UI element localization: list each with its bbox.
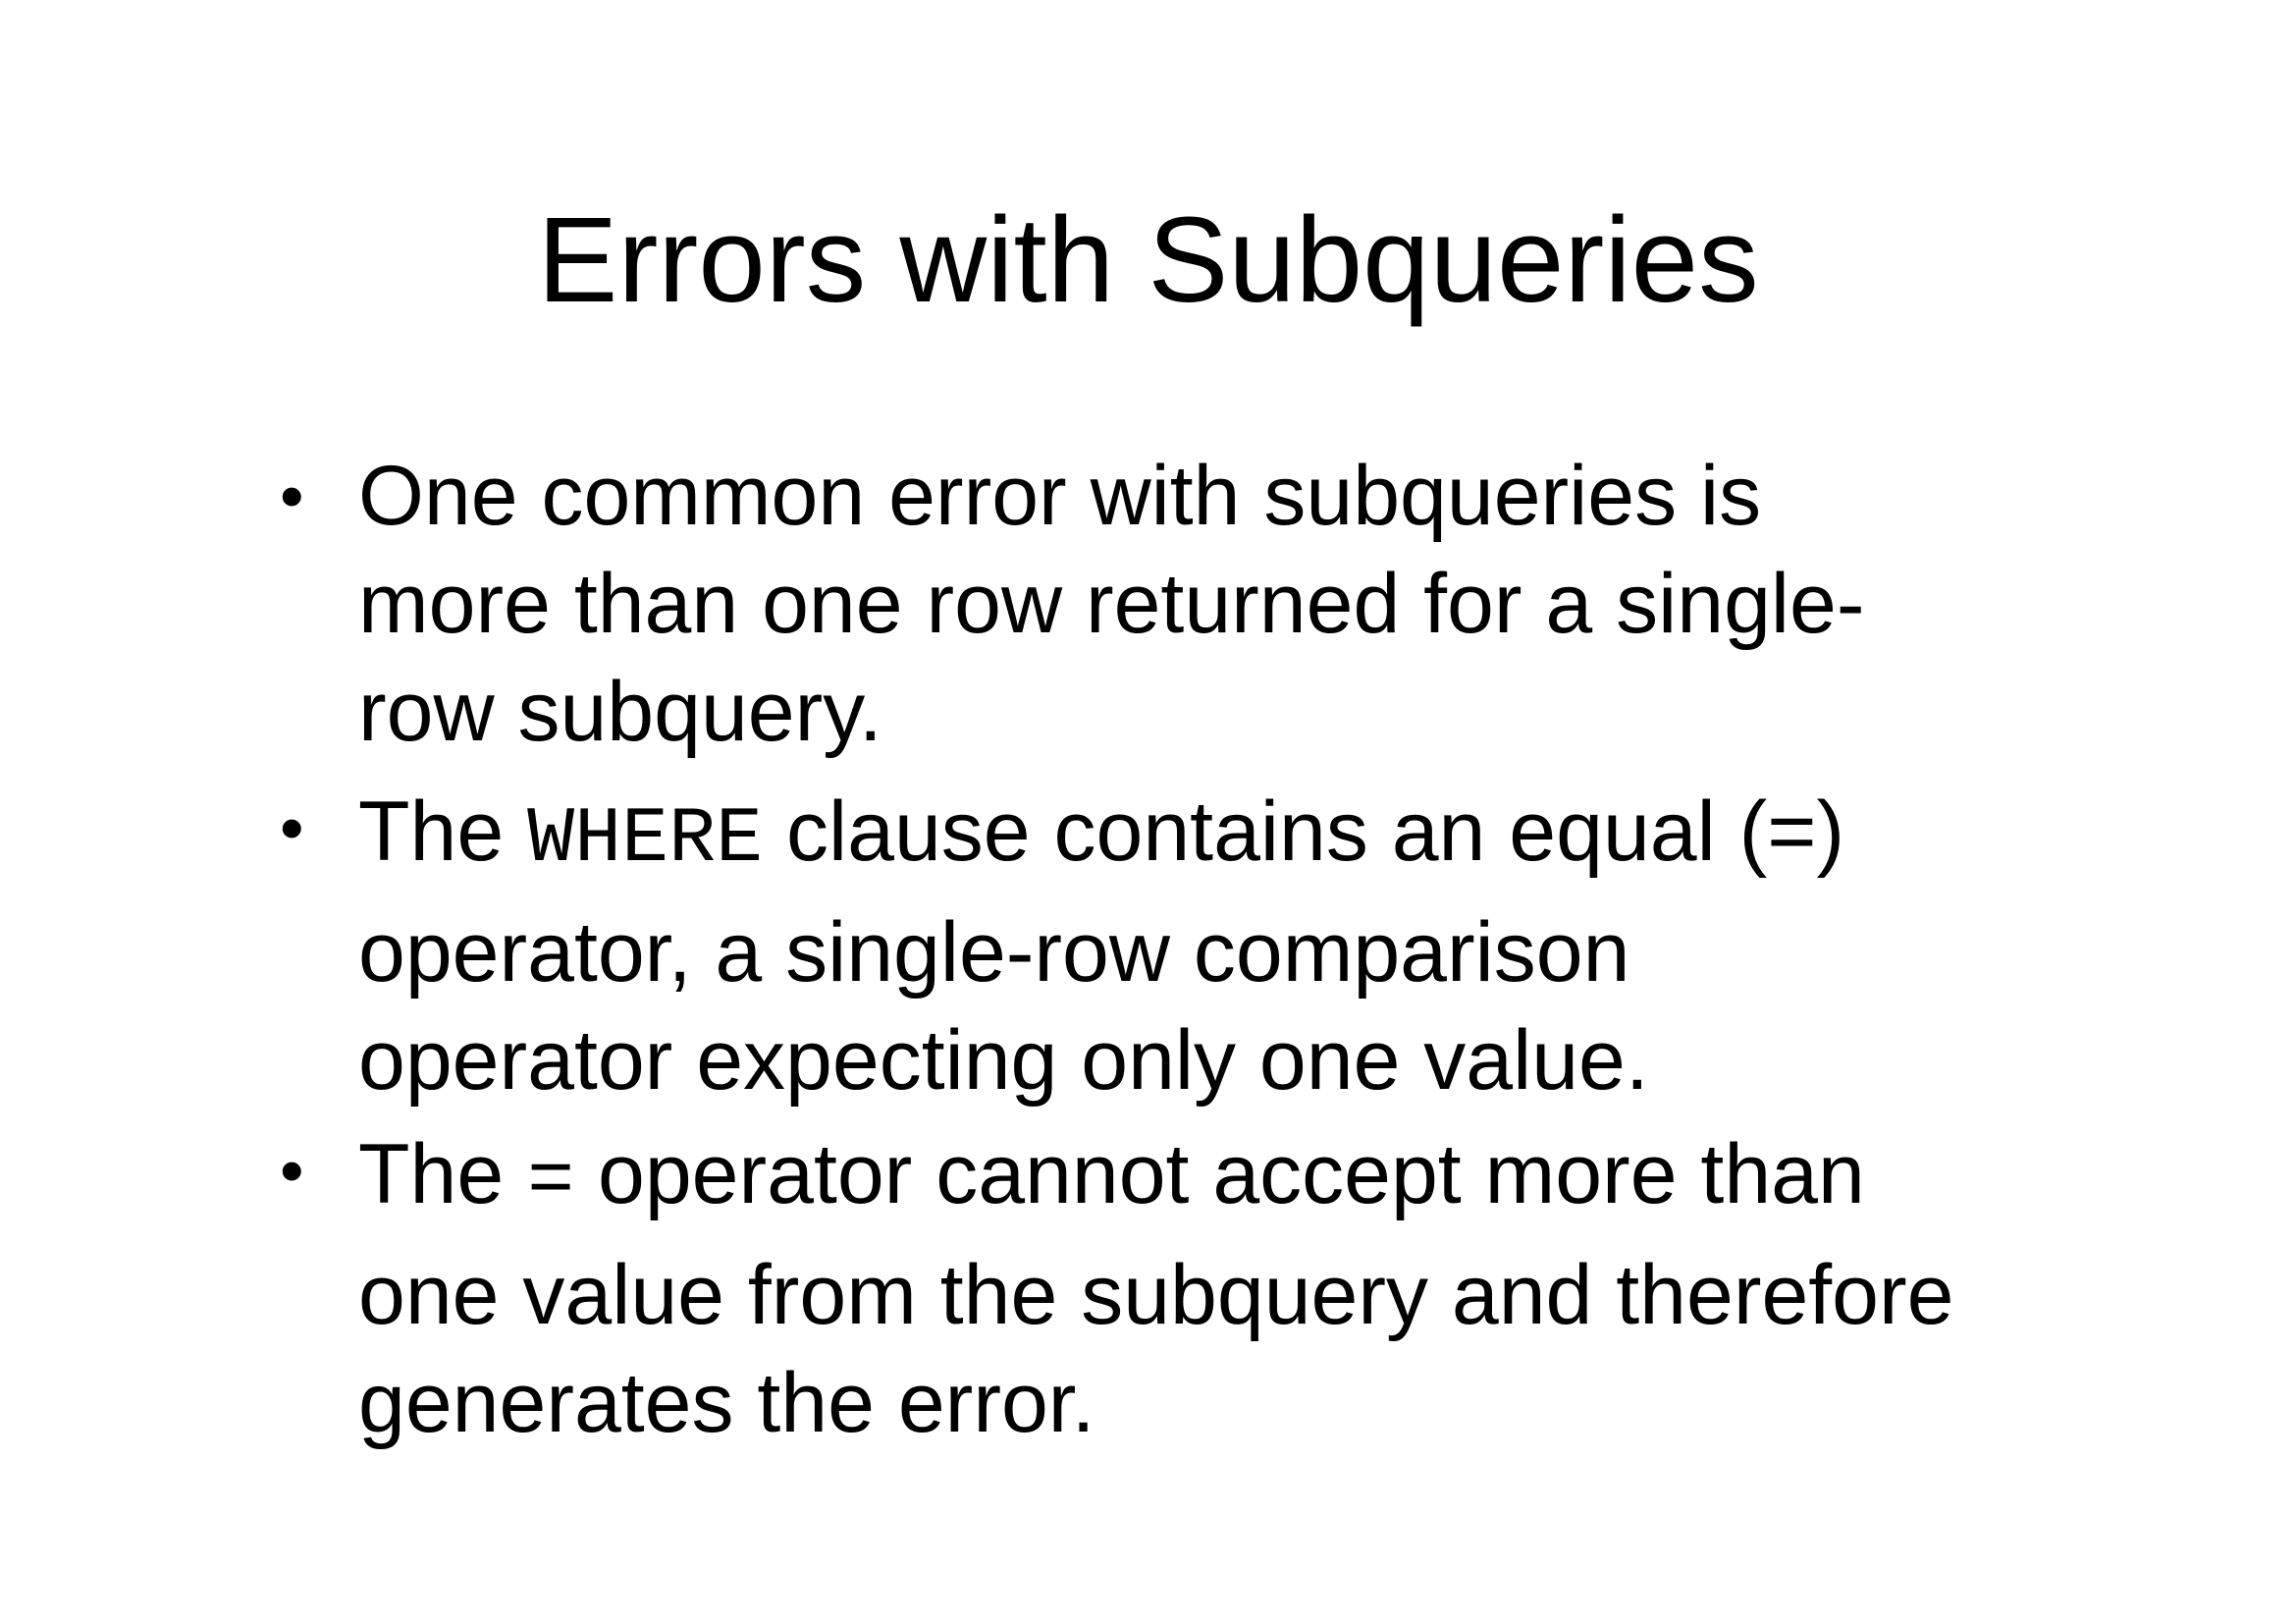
- bullet-2-line-1: The WHERE clause contains an equal (=): [358, 774, 2047, 898]
- bullet-dot-icon: •: [280, 458, 304, 534]
- bullet-2-line-3: operator expecting only one value.: [358, 1013, 1649, 1108]
- bullet-item-3: • The = operator cannot accept more than…: [280, 1116, 2047, 1457]
- bullet-1-line-2: more than one row returned for a single-: [358, 557, 1865, 651]
- bullet-2-text-after: clause contains an equal (=): [763, 784, 1845, 879]
- bullet-2-text-before: The: [358, 784, 528, 879]
- bullet-1-line-1: One common error with subqueries is: [358, 449, 1762, 543]
- bullet-item-2: • The WHERE clause contains an equal (=)…: [280, 774, 2047, 1114]
- bullet-1-line-3: row subquery.: [358, 665, 882, 759]
- slide: Errors with Subqueries • One common erro…: [0, 0, 2296, 1623]
- bullet-3-text-before: The: [358, 1127, 528, 1221]
- bullet-dot-icon: •: [280, 1132, 304, 1209]
- bullet-3-line-2: one value from the subquery and therefor…: [358, 1248, 1954, 1342]
- bullet-3-line-3: generates the error.: [358, 1356, 1095, 1450]
- bullet-3-text-after: operator cannot accept more than: [574, 1127, 1865, 1221]
- code-where-keyword: WHERE: [527, 795, 764, 885]
- slide-title: Errors with Subqueries: [537, 193, 1759, 328]
- bullet-list: • One common error with subqueries is mo…: [280, 442, 2047, 1465]
- bullet-3-line-1: The = operator cannot accept more than: [358, 1116, 2047, 1241]
- bullet-2-line-2: operator, a single-row comparison: [358, 905, 1630, 1000]
- bullet-dot-icon: •: [280, 789, 304, 866]
- code-equals-operator: =: [527, 1138, 575, 1227]
- bullet-item-1: • One common error with subqueries is mo…: [280, 442, 2047, 766]
